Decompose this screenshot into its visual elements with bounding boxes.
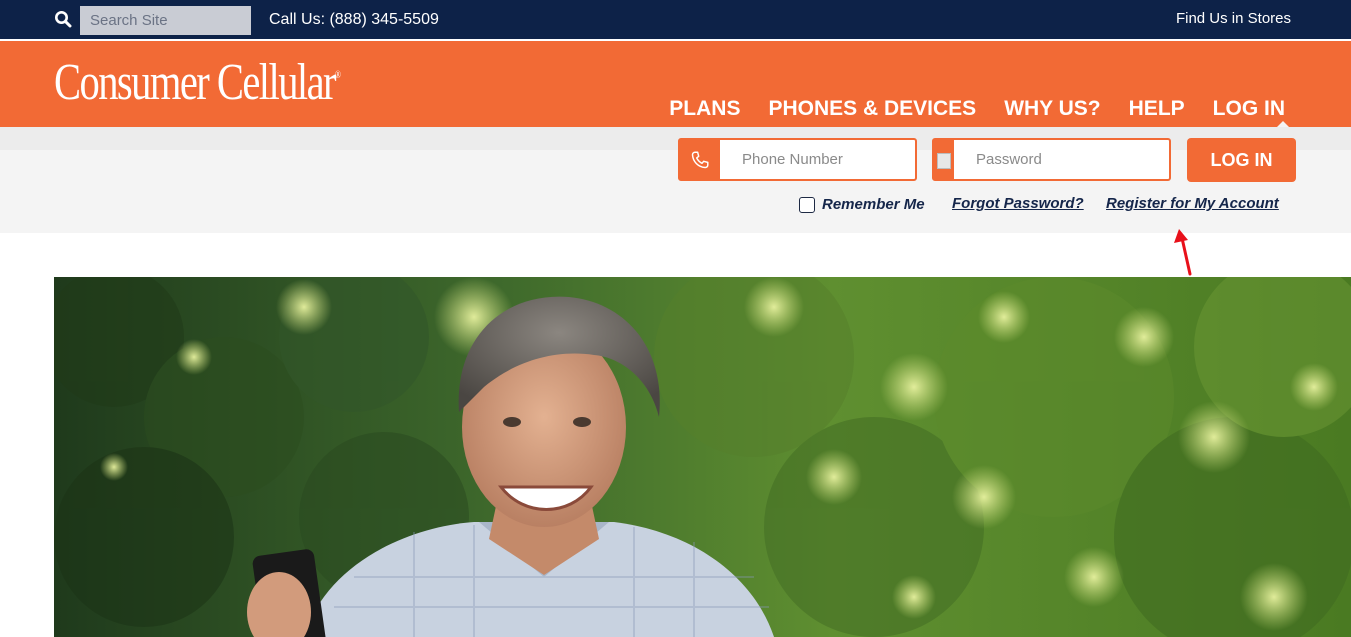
red-arrow-icon	[1174, 229, 1192, 276]
hero-photo	[54, 277, 1351, 637]
registered-mark: ®	[335, 70, 341, 81]
login-submit-button[interactable]: LOG IN	[1187, 138, 1296, 182]
consumer-cellular-logo[interactable]: Consumer Cellular®	[54, 57, 341, 109]
top-utility-bar: Call Us: (888) 345-5509 Find Us in Store…	[0, 0, 1351, 41]
search-input[interactable]	[80, 6, 251, 35]
forgot-password-link[interactable]: Forgot Password?	[952, 195, 1084, 212]
remember-me-label[interactable]: Remember Me	[822, 196, 925, 213]
password-input[interactable]	[954, 140, 1169, 179]
find-us-in-stores-link[interactable]: Find Us in Stores	[1176, 10, 1291, 27]
password-field	[932, 138, 1171, 181]
phone-number-field	[678, 138, 917, 181]
main-header: Consumer Cellular® PLANS PHONES & DEVICE…	[0, 41, 1351, 127]
main-nav: PLANS PHONES & DEVICES WHY US? HELP LOG …	[669, 97, 1285, 121]
phone-icon	[691, 150, 709, 168]
broken-image-icon	[937, 153, 951, 169]
remember-me[interactable]: Remember Me	[799, 196, 925, 213]
phone-number-input[interactable]	[720, 140, 915, 179]
nav-plans[interactable]: PLANS	[669, 97, 740, 121]
nav-help[interactable]: HELP	[1129, 97, 1185, 121]
nav-log-in[interactable]: LOG IN	[1213, 97, 1285, 121]
remember-me-checkbox[interactable]	[799, 196, 815, 213]
search-icon[interactable]	[54, 10, 72, 28]
login-panel: LOG IN Remember Me Forgot Password? Regi…	[0, 127, 1351, 233]
call-us-phone-text[interactable]: Call Us: (888) 345-5509	[269, 11, 439, 29]
nav-phones-devices[interactable]: PHONES & DEVICES	[768, 97, 976, 121]
nav-why-us[interactable]: WHY US?	[1004, 97, 1100, 121]
register-account-link[interactable]: Register for My Account	[1106, 195, 1279, 212]
phone-icon-box	[680, 140, 720, 179]
logo-text: Consumer Cellular	[54, 54, 337, 111]
password-icon-box	[934, 140, 954, 179]
hero-image	[54, 277, 1351, 637]
